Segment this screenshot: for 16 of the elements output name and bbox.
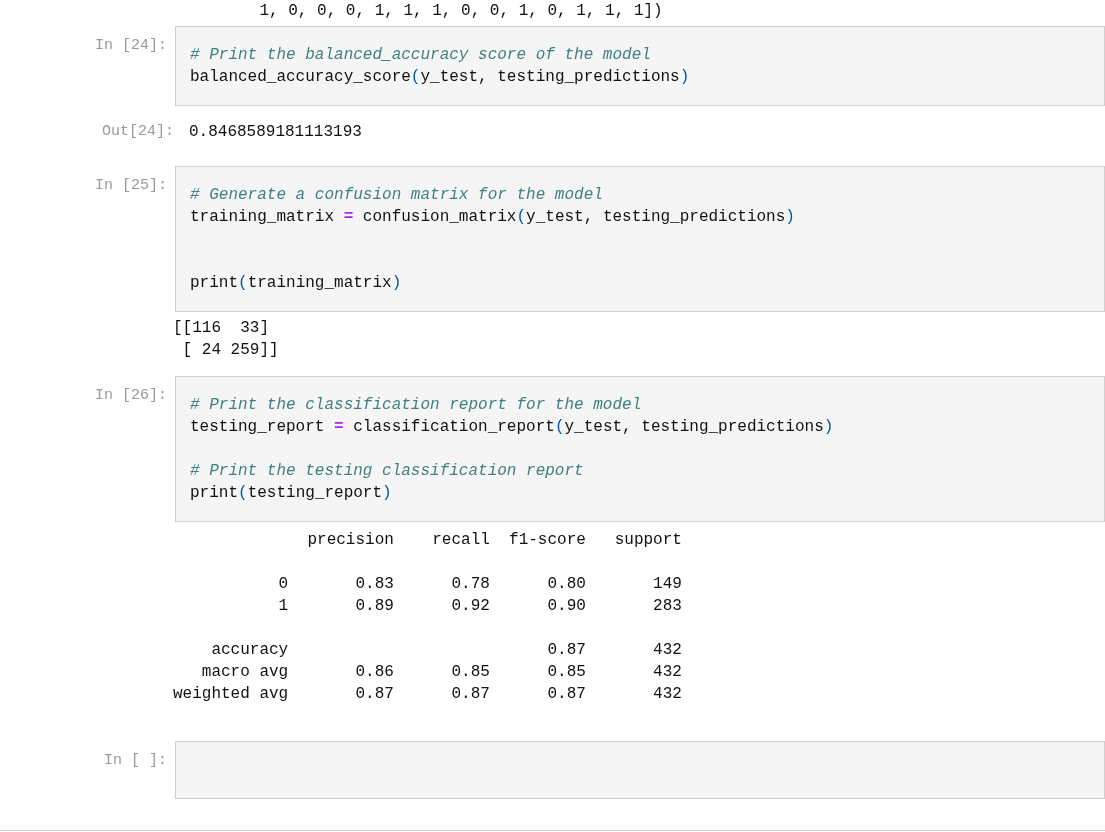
cell-output: [[116 33] [ 24 259]] <box>173 318 279 361</box>
cell-output: precision recall f1-score support 0 0.83 0.78 0.80 149 1 0.89 0.92 0.90 283 accuracy 0.87 432 macro avg 0.86 0.85 0.85 432 weighted avg 0.87 0.87 0.87 432 <box>173 530 682 705</box>
code-text: # Print the classification report for the model testing_report = classification_report(y_test, testing_predictions) # Print the testing classification report print(testing_report) <box>190 395 835 504</box>
input-prompt: In [26]: <box>94 386 167 406</box>
input-prompt: In [24]: <box>94 36 167 56</box>
code-cell[interactable]: # Print the balanced_accuracy score of the model balanced_accuracy_score(y_test, testing_predictions) <box>175 26 1105 106</box>
code-text: # Print the balanced_accuracy score of the model balanced_accuracy_score(y_test, testing_predictions) <box>190 45 691 88</box>
input-prompt: In [ ]: <box>103 751 167 771</box>
output-prompt: Out[24]: <box>101 122 174 142</box>
code-cell[interactable] <box>175 741 1105 799</box>
code-cell[interactable]: # Print the classification report for the model testing_report = classification_report(y_test, testing_predictions) # Print the testing classification report print(testing_report) <box>175 376 1105 522</box>
cell-output: 1, 0, 0, 0, 1, 1, 1, 0, 0, 1, 0, 1, 1, 1]) <box>258 1 663 22</box>
code-text: # Generate a confusion matrix for the model training_matrix = confusion_matrix(y_test, testing_predictions) print(training_matrix) <box>190 185 796 294</box>
input-prompt: In [25]: <box>94 176 167 196</box>
code-cell[interactable]: # Generate a confusion matrix for the model training_matrix = confusion_matrix(y_test, testing_predictions) print(training_matrix) <box>175 166 1105 312</box>
cell-output: 0.8468589181113193 <box>189 122 362 143</box>
